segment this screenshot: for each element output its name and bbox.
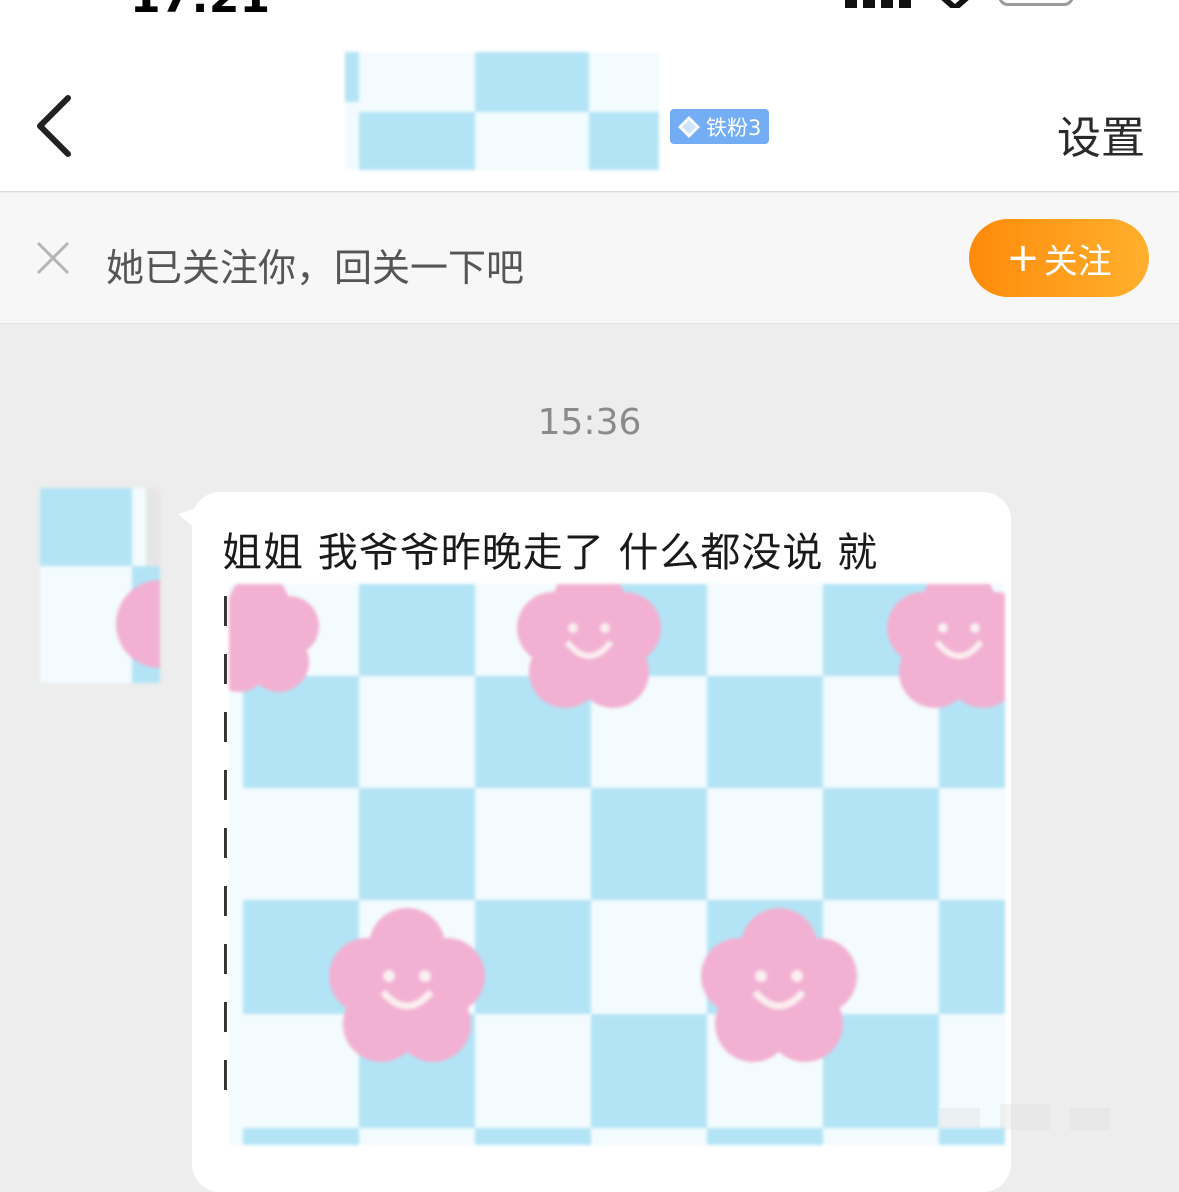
follow-button[interactable]: + 关注 <box>969 219 1149 297</box>
nav-bar: 铁粉3 设置 <box>0 30 1179 192</box>
close-icon[interactable] <box>34 239 72 277</box>
diamond-icon <box>678 115 700 138</box>
back-button[interactable] <box>28 90 88 162</box>
follow-back-prompt: 她已关注你，回关一下吧 <box>106 246 525 290</box>
plus-icon: + <box>1006 235 1040 281</box>
signal-icon <box>845 0 911 8</box>
status-bar: 17:21 <box>0 0 1179 30</box>
message-text: 姐姐 我爷爷昨晚走了 什么都没说 就 <box>222 530 879 576</box>
censored-username-mosaic <box>345 52 659 170</box>
fan-level-badge: 铁粉3 <box>670 109 770 144</box>
battery-icon <box>998 0 1074 6</box>
settings-button[interactable]: 设置 <box>1057 102 1145 166</box>
follow-back-banner: 她已关注你，回关一下吧 + 关注 <box>0 193 1179 324</box>
wifi-icon <box>941 0 969 8</box>
censored-message-mosaic <box>229 584 1005 1145</box>
watermark <box>940 1104 1110 1130</box>
follow-button-label: 关注 <box>1043 241 1112 282</box>
message-timestamp: 15:36 <box>537 402 642 443</box>
sender-avatar[interactable] <box>40 488 160 683</box>
fan-badge-label: 铁粉3 <box>706 115 762 140</box>
status-time: 17:21 <box>130 0 270 23</box>
